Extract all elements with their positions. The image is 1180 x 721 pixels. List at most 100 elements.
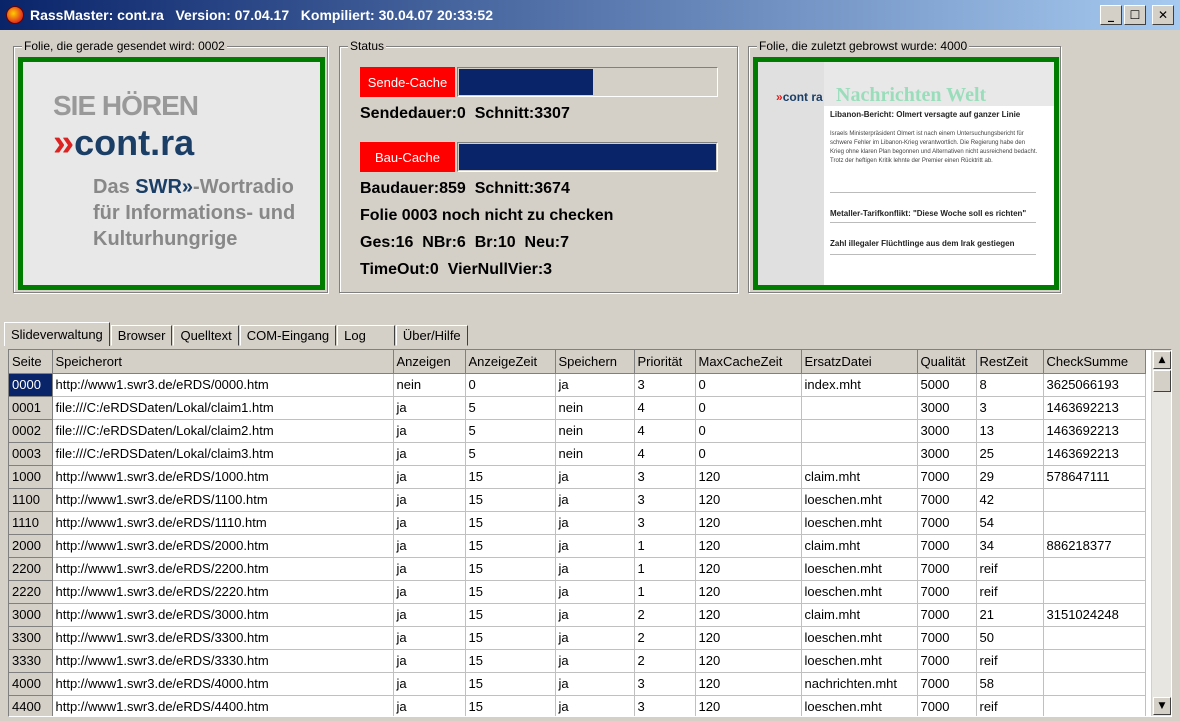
maximize-button[interactable]: ☐ <box>1124 5 1146 25</box>
cell-seite[interactable]: 3000 <box>9 603 53 627</box>
cell-anzeigen[interactable]: ja <box>393 396 466 420</box>
cell-checksumme[interactable] <box>1043 580 1146 604</box>
close-button[interactable]: ✕ <box>1152 5 1174 25</box>
cell-ersatzdatei[interactable]: claim.mht <box>801 534 918 558</box>
cell-speicherort[interactable]: file:///C:/eRDSDaten/Lokal/claim1.htm <box>52 396 394 420</box>
cell-qualitaet[interactable]: 3000 <box>917 396 977 420</box>
cell-qualitaet[interactable]: 7000 <box>917 626 977 650</box>
tab-ueber-hilfe[interactable]: Über/Hilfe <box>395 325 468 346</box>
cell-anzeigen[interactable]: ja <box>393 672 466 696</box>
cell-speichern[interactable]: ja <box>555 511 635 535</box>
table-row[interactable]: 3330 http://www1.swr3.de/eRDS/3330.htm ja 1… <box>9 649 1146 673</box>
cell-ersatzdatei[interactable]: loeschen.mht <box>801 649 918 673</box>
cell-anzeigezeit[interactable]: 15 <box>465 488 556 512</box>
cell-prioritaet[interactable]: 4 <box>634 442 696 466</box>
cell-checksumme[interactable]: 1463692213 <box>1043 396 1146 420</box>
cell-restzeit[interactable]: reif <box>976 557 1044 581</box>
cell-anzeigen[interactable]: ja <box>393 419 466 443</box>
cell-ersatzdatei[interactable]: claim.mht <box>801 603 918 627</box>
cell-anzeigen[interactable]: ja <box>393 442 466 466</box>
cell-speicherort[interactable]: http://www1.swr3.de/eRDS/1000.htm <box>52 465 394 489</box>
column-header-seite[interactable]: Seite <box>9 350 53 374</box>
cell-anzeigezeit[interactable]: 5 <box>465 419 556 443</box>
cell-restzeit[interactable]: 21 <box>976 603 1044 627</box>
cell-speichern[interactable]: ja <box>555 488 635 512</box>
cell-restzeit[interactable]: reif <box>976 695 1044 716</box>
cell-restzeit[interactable]: 34 <box>976 534 1044 558</box>
cell-checksumme[interactable]: 3625066193 <box>1043 373 1146 397</box>
cell-qualitaet[interactable]: 3000 <box>917 442 977 466</box>
cell-anzeigen[interactable]: ja <box>393 465 466 489</box>
cell-qualitaet[interactable]: 5000 <box>917 373 977 397</box>
cell-speichern[interactable]: ja <box>555 626 635 650</box>
cell-anzeigen[interactable]: ja <box>393 511 466 535</box>
column-header-speichern[interactable]: Speichern <box>555 350 635 374</box>
cell-speichern[interactable]: ja <box>555 580 635 604</box>
cell-speicherort[interactable]: file:///C:/eRDSDaten/Lokal/claim2.htm <box>52 419 394 443</box>
cell-ersatzdatei[interactable]: loeschen.mht <box>801 580 918 604</box>
table-row[interactable]: 2200 http://www1.swr3.de/eRDS/2200.htm ja 1… <box>9 557 1146 581</box>
cell-anzeigezeit[interactable]: 15 <box>465 511 556 535</box>
cell-anzeigezeit[interactable]: 5 <box>465 442 556 466</box>
cell-prioritaet[interactable]: 2 <box>634 649 696 673</box>
cell-anzeigen[interactable]: ja <box>393 695 466 716</box>
table-row[interactable]: 1100 http://www1.swr3.de/eRDS/1100.htm ja 1… <box>9 488 1146 512</box>
cell-seite[interactable]: 1000 <box>9 465 53 489</box>
cell-maxcachezeit[interactable]: 120 <box>695 534 802 558</box>
cell-anzeigezeit[interactable]: 15 <box>465 672 556 696</box>
cell-qualitaet[interactable]: 7000 <box>917 488 977 512</box>
cell-checksumme[interactable] <box>1043 557 1146 581</box>
cell-checksumme[interactable] <box>1043 695 1146 716</box>
cell-anzeigezeit[interactable]: 15 <box>465 603 556 627</box>
cell-speichern[interactable]: ja <box>555 557 635 581</box>
cell-seite[interactable]: 2200 <box>9 557 53 581</box>
cell-prioritaet[interactable]: 4 <box>634 419 696 443</box>
cell-maxcachezeit[interactable]: 120 <box>695 672 802 696</box>
cell-restzeit[interactable]: 58 <box>976 672 1044 696</box>
cell-prioritaet[interactable]: 3 <box>634 695 696 716</box>
column-header-anzeigen[interactable]: Anzeigen <box>393 350 466 374</box>
cell-anzeigen[interactable]: nein <box>393 373 466 397</box>
cell-anzeigen[interactable]: ja <box>393 557 466 581</box>
table-row[interactable]: 0000 http://www1.swr3.de/eRDS/0000.htm nei… <box>9 373 1146 397</box>
cell-restzeit[interactable]: reif <box>976 580 1044 604</box>
cell-speichern[interactable]: nein <box>555 442 635 466</box>
cell-maxcachezeit[interactable]: 0 <box>695 419 802 443</box>
cell-speicherort[interactable]: http://www1.swr3.de/eRDS/4400.htm <box>52 695 394 716</box>
table-row[interactable]: 3300 http://www1.swr3.de/eRDS/3300.htm ja 1… <box>9 626 1146 650</box>
cell-anzeigezeit[interactable]: 15 <box>465 649 556 673</box>
table-row[interactable]: 2000 http://www1.swr3.de/eRDS/2000.htm ja 1… <box>9 534 1146 558</box>
cell-ersatzdatei[interactable] <box>801 396 918 420</box>
cell-speichern[interactable]: ja <box>555 603 635 627</box>
cell-seite[interactable]: 4000 <box>9 672 53 696</box>
cell-prioritaet[interactable]: 1 <box>634 580 696 604</box>
cell-prioritaet[interactable]: 2 <box>634 603 696 627</box>
cell-seite[interactable]: 1110 <box>9 511 53 535</box>
cell-anzeigezeit[interactable]: 15 <box>465 626 556 650</box>
cell-anzeigezeit[interactable]: 15 <box>465 557 556 581</box>
cell-qualitaet[interactable]: 7000 <box>917 695 977 716</box>
column-header-speicherort[interactable]: Speicherort <box>52 350 394 374</box>
tab-log[interactable]: Log <box>337 325 395 346</box>
cell-checksumme[interactable] <box>1043 672 1146 696</box>
cell-speichern[interactable]: ja <box>555 465 635 489</box>
cell-seite[interactable]: 2220 <box>9 580 53 604</box>
cell-checksumme[interactable]: 578647111 <box>1043 465 1146 489</box>
column-header-maxcachezeit[interactable]: MaxCacheZeit <box>695 350 802 374</box>
cell-qualitaet[interactable]: 7000 <box>917 465 977 489</box>
tab-slideverwaltung[interactable]: Slideverwaltung <box>4 322 110 346</box>
cell-anzeigezeit[interactable]: 15 <box>465 580 556 604</box>
cell-checksumme[interactable] <box>1043 626 1146 650</box>
cell-anzeigezeit[interactable]: 5 <box>465 396 556 420</box>
cell-maxcachezeit[interactable]: 0 <box>695 396 802 420</box>
cell-maxcachezeit[interactable]: 120 <box>695 626 802 650</box>
cell-restzeit[interactable]: reif <box>976 649 1044 673</box>
cell-maxcachezeit[interactable]: 120 <box>695 695 802 716</box>
minimize-button[interactable]: _ <box>1100 5 1122 25</box>
cell-ersatzdatei[interactable]: index.mht <box>801 373 918 397</box>
cell-restzeit[interactable]: 50 <box>976 626 1044 650</box>
tab-browser[interactable]: Browser <box>110 325 173 346</box>
cell-speichern[interactable]: ja <box>555 649 635 673</box>
cell-speicherort[interactable]: http://www1.swr3.de/eRDS/2220.htm <box>52 580 394 604</box>
cell-prioritaet[interactable]: 3 <box>634 672 696 696</box>
